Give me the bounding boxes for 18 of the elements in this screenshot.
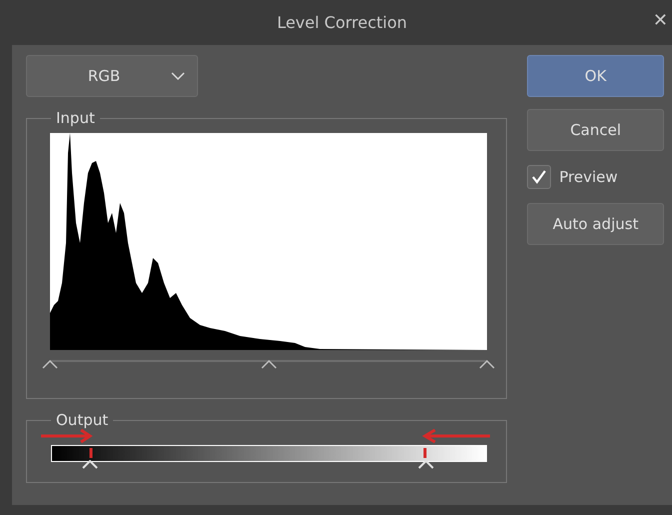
close-button[interactable]: ✕ <box>648 10 672 31</box>
group-label: Input <box>55 109 96 127</box>
arrow-icon <box>420 429 490 443</box>
group-label: Output <box>55 411 110 429</box>
auto-adjust-button[interactable]: Auto adjust <box>527 203 664 245</box>
ok-button[interactable]: OK <box>527 55 664 97</box>
checkmark-icon <box>531 169 548 185</box>
slider-handle[interactable] <box>418 460 434 469</box>
chevron-down-icon <box>171 72 185 80</box>
slider-handle[interactable] <box>479 360 495 369</box>
slider-handle[interactable] <box>42 360 58 369</box>
channel-dropdown[interactable]: RGB <box>26 55 198 97</box>
cancel-button[interactable]: Cancel <box>527 109 664 151</box>
checkbox-label: Preview <box>559 168 618 186</box>
slider-handle[interactable] <box>82 460 98 469</box>
preview-checkbox[interactable] <box>527 165 552 189</box>
slider-handle[interactable] <box>260 360 276 369</box>
window-title: Level Correction <box>276 13 408 32</box>
